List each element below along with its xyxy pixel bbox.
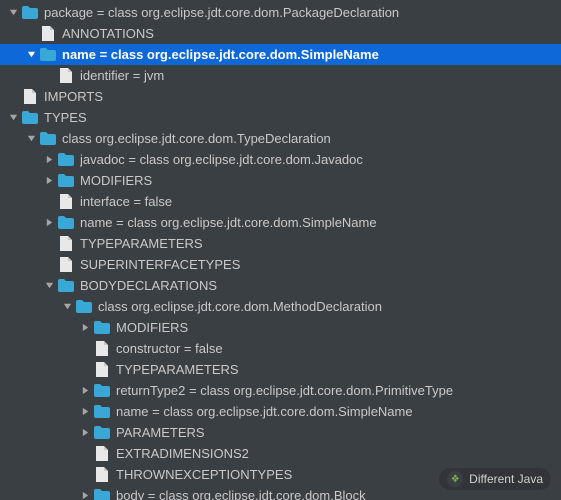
folder-icon [58,152,74,168]
tree-row-label: TYPEPARAMETERS [116,359,239,380]
tree-row[interactable]: ANNOTATIONS [0,23,561,44]
folder-icon [58,173,74,189]
chevron-down-icon[interactable] [24,132,38,146]
tree-row-label: TYPEPARAMETERS [80,233,203,254]
tree-row[interactable]: PARAMETERS [0,422,561,443]
tree-row-label: ANNOTATIONS [62,23,154,44]
tree-row-label: package = class org.eclipse.jdt.core.dom… [44,2,399,23]
tree-row-label: name = class org.eclipse.jdt.core.dom.Si… [62,44,379,65]
tree-row-label: TYPES [44,107,87,128]
ast-tree: package = class org.eclipse.jdt.core.dom… [0,0,561,500]
tree-row[interactable]: IMPORTS [0,86,561,107]
tree-row-label: SUPERINTERFACETYPES [80,254,240,275]
folder-icon [58,215,74,231]
chevron-down-icon[interactable] [60,300,74,314]
tree-row-label: returnType2 = class org.eclipse.jdt.core… [116,380,453,401]
tree-row[interactable]: returnType2 = class org.eclipse.jdt.core… [0,380,561,401]
chevron-right-icon[interactable] [78,405,92,419]
tree-row[interactable]: name = class org.eclipse.jdt.core.dom.Si… [0,401,561,422]
tree-row-label: javadoc = class org.eclipse.jdt.core.dom… [80,149,363,170]
file-icon [58,257,74,273]
tree-row-label: IMPORTS [44,86,103,107]
folder-icon [94,404,110,420]
tree-row-label: MODIFIERS [80,170,152,191]
watermark-text: Different Java [469,472,543,486]
tree-row[interactable]: constructor = false [0,338,561,359]
tree-row-label: name = class org.eclipse.jdt.core.dom.Si… [80,212,377,233]
tree-row-label: EXTRADIMENSIONS2 [116,443,249,464]
folder-icon [94,320,110,336]
chevron-down-icon[interactable] [42,279,56,293]
folder-icon [58,278,74,294]
tree-row[interactable]: MODIFIERS [0,170,561,191]
file-icon [94,467,110,483]
file-icon [22,89,38,105]
chevron-right-icon[interactable] [42,153,56,167]
folder-icon [94,383,110,399]
tree-row-label: PARAMETERS [116,422,205,443]
tree-row[interactable]: javadoc = class org.eclipse.jdt.core.dom… [0,149,561,170]
file-icon [94,362,110,378]
tree-row[interactable]: name = class org.eclipse.jdt.core.dom.Si… [0,212,561,233]
tree-row[interactable]: TYPEPARAMETERS [0,359,561,380]
tree-row[interactable]: identifier = jvm [0,65,561,86]
chevron-right-icon[interactable] [78,321,92,335]
file-icon [40,26,56,42]
folder-icon [22,5,38,21]
file-icon [58,236,74,252]
tree-row[interactable]: package = class org.eclipse.jdt.core.dom… [0,2,561,23]
chevron-down-icon[interactable] [6,6,20,20]
folder-icon [22,110,38,126]
tree-row[interactable]: class org.eclipse.jdt.core.dom.TypeDecla… [0,128,561,149]
tree-row-label: class org.eclipse.jdt.core.dom.TypeDecla… [62,128,331,149]
tree-row[interactable]: class org.eclipse.jdt.core.dom.MethodDec… [0,296,561,317]
file-icon [94,341,110,357]
file-icon [94,446,110,462]
chevron-down-icon[interactable] [6,111,20,125]
tree-row-label: MODIFIERS [116,317,188,338]
chevron-right-icon[interactable] [42,174,56,188]
file-icon [58,68,74,84]
file-icon [58,194,74,210]
tree-row[interactable]: SUPERINTERFACETYPES [0,254,561,275]
tree-row-label: THROWNEXCEPTIONTYPES [116,464,292,485]
tree-row-label: body = class org.eclipse.jdt.core.dom.Bl… [116,485,366,500]
chevron-down-icon[interactable] [24,48,38,62]
chevron-right-icon[interactable] [42,216,56,230]
chevron-right-icon[interactable] [78,489,92,500]
tree-row[interactable]: EXTRADIMENSIONS2 [0,443,561,464]
tree-row-label: interface = false [80,191,172,212]
tree-row-label: BODYDECLARATIONS [80,275,217,296]
chevron-right-icon[interactable] [78,384,92,398]
folder-icon [94,488,110,500]
folder-icon [94,425,110,441]
wechat-icon: ❖ [447,471,463,487]
tree-row-label: constructor = false [116,338,223,359]
tree-row[interactable]: BODYDECLARATIONS [0,275,561,296]
folder-icon [40,131,56,147]
tree-row[interactable]: name = class org.eclipse.jdt.core.dom.Si… [0,44,561,65]
folder-icon [40,47,56,63]
folder-icon [76,299,92,315]
tree-row-label: name = class org.eclipse.jdt.core.dom.Si… [116,401,413,422]
tree-row[interactable]: TYPES [0,107,561,128]
chevron-right-icon[interactable] [78,426,92,440]
tree-row[interactable]: interface = false [0,191,561,212]
tree-row-label: class org.eclipse.jdt.core.dom.MethodDec… [98,296,382,317]
tree-row[interactable]: TYPEPARAMETERS [0,233,561,254]
tree-row[interactable]: MODIFIERS [0,317,561,338]
tree-row-label: identifier = jvm [80,65,164,86]
watermark: ❖ Different Java [439,468,551,490]
